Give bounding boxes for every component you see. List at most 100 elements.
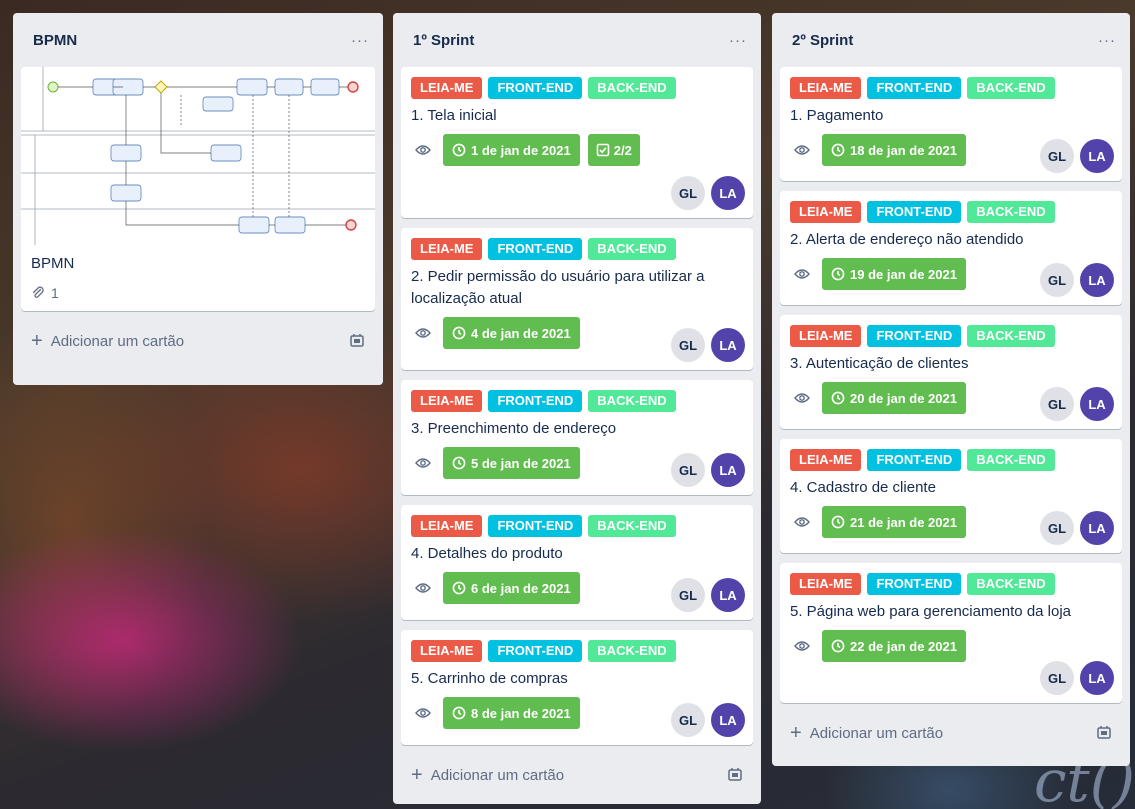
- card-title: 1. Pagamento: [790, 107, 884, 124]
- label-leia-me: LEIA-ME: [790, 77, 862, 99]
- avatar[interactable]: GL: [1040, 263, 1074, 297]
- add-card-label: Adicionar um cartão: [430, 766, 565, 784]
- list-title[interactable]: 2º Sprint: [792, 32, 853, 49]
- due-date-badge[interactable]: 1 de jan de 2021: [443, 134, 580, 166]
- avatar[interactable]: GL: [1040, 511, 1074, 545]
- due-date-text: 6 de jan de 2021: [471, 580, 571, 596]
- label-back-end: BACK-END: [588, 390, 676, 412]
- list-header: 2º Sprint ···: [780, 13, 1122, 67]
- card-pedir-permissao[interactable]: LEIA-ME FRONT-END BACK-END 2. Pedir perm…: [401, 228, 753, 370]
- label-front-end: FRONT-END: [488, 77, 583, 99]
- list-title[interactable]: 1º Sprint: [413, 32, 474, 49]
- template-icon[interactable]: [1096, 725, 1112, 741]
- label-leia-me: LEIA-ME: [411, 238, 483, 260]
- card-title: BPMN: [31, 255, 75, 272]
- label-leia-me: LEIA-ME: [790, 449, 862, 471]
- add-card-button[interactable]: + Adicionar um cartão: [401, 755, 753, 795]
- avatar[interactable]: LA: [711, 453, 745, 487]
- avatar[interactable]: GL: [1040, 139, 1074, 173]
- due-date-badge[interactable]: 19 de jan de 2021: [822, 258, 966, 290]
- eye-icon: [790, 510, 814, 534]
- avatar[interactable]: LA: [711, 578, 745, 612]
- due-date-text: 18 de jan de 2021: [850, 142, 957, 158]
- due-date-badge[interactable]: 5 de jan de 2021: [443, 447, 580, 479]
- card-preenchimento-endereco[interactable]: LEIA-ME FRONT-END BACK-END 3. Preenchime…: [401, 380, 753, 495]
- label-front-end: FRONT-END: [488, 640, 583, 662]
- label-back-end: BACK-END: [588, 640, 676, 662]
- avatar[interactable]: LA: [1080, 139, 1114, 173]
- label-front-end: FRONT-END: [488, 515, 583, 537]
- avatar[interactable]: LA: [1080, 661, 1114, 695]
- clock-icon: [452, 706, 466, 720]
- label-back-end: BACK-END: [588, 515, 676, 537]
- card-alerta-endereco[interactable]: LEIA-ME FRONT-END BACK-END 2. Alerta de …: [780, 191, 1122, 305]
- card-autenticacao-clientes[interactable]: LEIA-ME FRONT-END BACK-END 3. Autenticaç…: [780, 315, 1122, 429]
- due-date-badge[interactable]: 22 de jan de 2021: [822, 630, 966, 662]
- avatar[interactable]: LA: [1080, 511, 1114, 545]
- list-title[interactable]: BPMN: [33, 32, 77, 49]
- checklist-badge: 2/2: [587, 134, 640, 166]
- add-card-label: Adicionar um cartão: [809, 724, 944, 742]
- template-icon[interactable]: [727, 767, 743, 783]
- due-date-badge[interactable]: 8 de jan de 2021: [443, 697, 580, 729]
- card-title: 2. Pedir permissão do usuário para utili…: [411, 268, 705, 307]
- avatar[interactable]: GL: [671, 453, 705, 487]
- avatar[interactable]: GL: [671, 578, 705, 612]
- clock-icon: [831, 391, 845, 405]
- card-title: 3. Preenchimento de endereço: [411, 420, 617, 437]
- label-front-end: FRONT-END: [488, 238, 583, 260]
- card-cadastro-cliente[interactable]: LEIA-ME FRONT-END BACK-END 4. Cadastro d…: [780, 439, 1122, 553]
- avatar[interactable]: LA: [1080, 387, 1114, 421]
- list-menu-button[interactable]: ···: [729, 32, 747, 49]
- avatar[interactable]: GL: [1040, 661, 1074, 695]
- card-detalhes-produto[interactable]: LEIA-ME FRONT-END BACK-END 4. Detalhes d…: [401, 505, 753, 620]
- checkbox-icon: [596, 143, 610, 157]
- eye-icon: [411, 321, 435, 345]
- due-date-text: 19 de jan de 2021: [850, 266, 957, 282]
- card-cover-image: [21, 67, 375, 245]
- checklist-count: 2/2: [613, 142, 632, 158]
- plus-icon: +: [411, 764, 423, 786]
- add-card-button[interactable]: + Adicionar um cartão: [780, 713, 1122, 753]
- due-date-badge[interactable]: 4 de jan de 2021: [443, 317, 580, 349]
- due-date-badge[interactable]: 18 de jan de 2021: [822, 134, 966, 166]
- label-back-end: BACK-END: [967, 201, 1055, 223]
- avatar[interactable]: GL: [671, 176, 705, 210]
- add-card-button[interactable]: + Adicionar um cartão: [21, 321, 375, 361]
- label-leia-me: LEIA-ME: [790, 573, 862, 595]
- list-sprint-2: 2º Sprint ··· LEIA-ME FRONT-END BACK-END…: [772, 13, 1130, 766]
- due-date-badge[interactable]: 20 de jan de 2021: [822, 382, 966, 414]
- clock-icon: [831, 267, 845, 281]
- avatar[interactable]: LA: [1080, 263, 1114, 297]
- clock-icon: [831, 143, 845, 157]
- avatar[interactable]: LA: [711, 176, 745, 210]
- avatar[interactable]: GL: [671, 328, 705, 362]
- card-pagamento[interactable]: LEIA-ME FRONT-END BACK-END 1. Pagamento …: [780, 67, 1122, 181]
- due-date-badge[interactable]: 21 de jan de 2021: [822, 506, 966, 538]
- card-tela-inicial[interactable]: LEIA-ME FRONT-END BACK-END 1. Tela inici…: [401, 67, 753, 218]
- template-icon[interactable]: [349, 333, 365, 349]
- avatar[interactable]: LA: [711, 703, 745, 737]
- label-back-end: BACK-END: [967, 449, 1055, 471]
- list-menu-button[interactable]: ···: [1098, 32, 1116, 49]
- list-menu-button[interactable]: ···: [351, 32, 369, 49]
- label-leia-me: LEIA-ME: [411, 77, 483, 99]
- label-leia-me: LEIA-ME: [411, 390, 483, 412]
- card-pagina-web-gerenciamento[interactable]: LEIA-ME FRONT-END BACK-END 5. Página web…: [780, 563, 1122, 703]
- list-header: BPMN ···: [21, 13, 375, 67]
- eye-icon: [411, 451, 435, 475]
- due-date-text: 22 de jan de 2021: [850, 638, 957, 654]
- label-front-end: FRONT-END: [867, 77, 962, 99]
- label-back-end: BACK-END: [967, 573, 1055, 595]
- list-bpmn: BPMN ··· BPMN 1 + Adicionar um cartão: [13, 13, 383, 385]
- label-leia-me: LEIA-ME: [790, 325, 862, 347]
- label-front-end: FRONT-END: [867, 325, 962, 347]
- card-bpmn[interactable]: BPMN 1: [21, 67, 375, 311]
- card-title: 5. Carrinho de compras: [411, 670, 568, 687]
- avatar[interactable]: GL: [671, 703, 705, 737]
- avatar[interactable]: GL: [1040, 387, 1074, 421]
- card-title: 4. Detalhes do produto: [411, 545, 563, 562]
- card-carrinho-compras[interactable]: LEIA-ME FRONT-END BACK-END 5. Carrinho d…: [401, 630, 753, 745]
- avatar[interactable]: LA: [711, 328, 745, 362]
- due-date-badge[interactable]: 6 de jan de 2021: [443, 572, 580, 604]
